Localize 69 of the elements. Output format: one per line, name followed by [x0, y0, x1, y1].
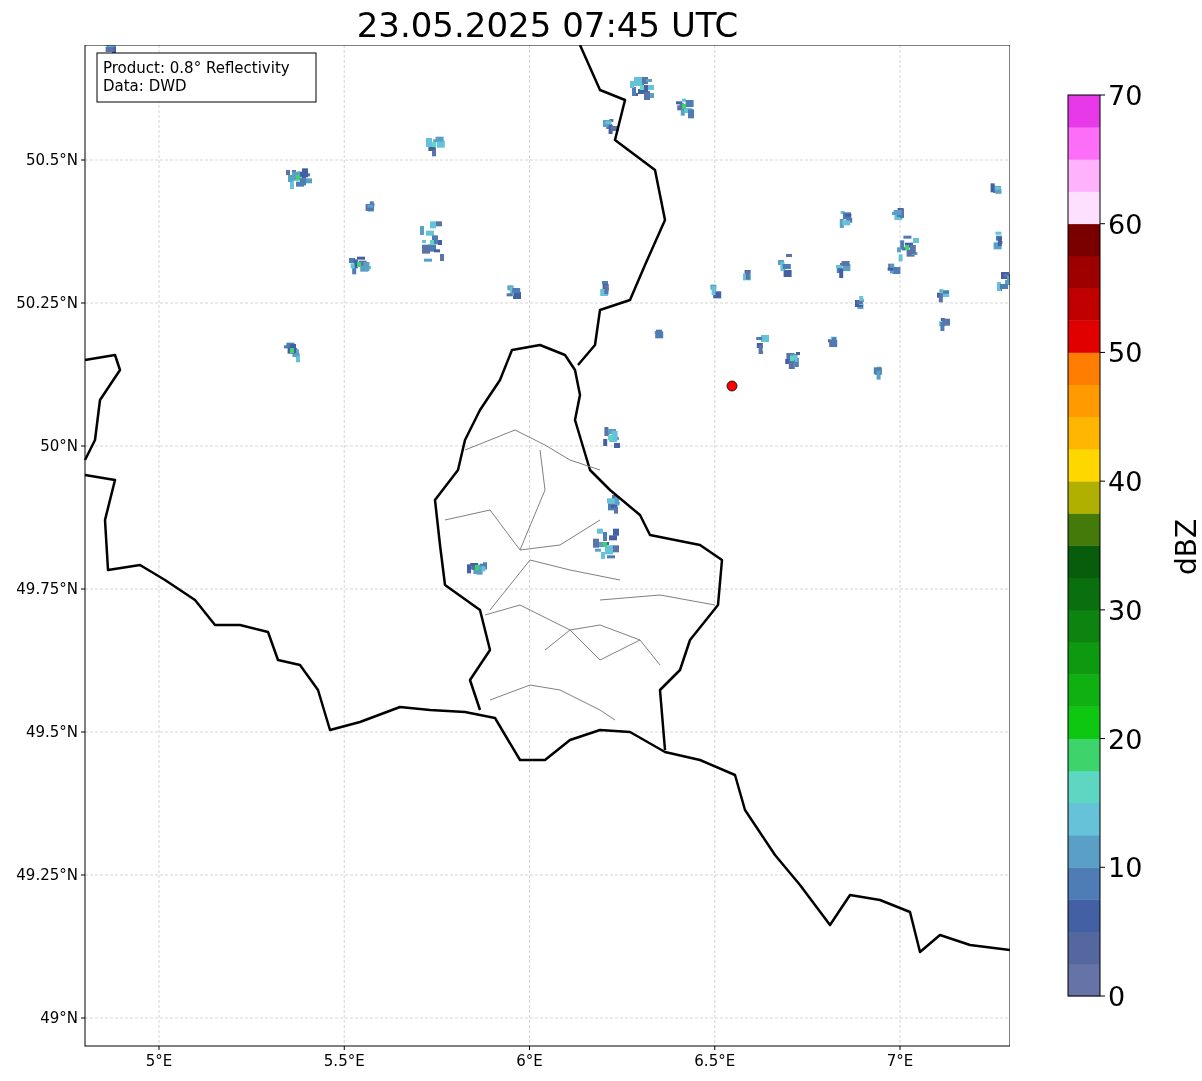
rain-echo	[630, 77, 654, 100]
tick-mark	[80, 874, 86, 876]
rain-echo	[603, 119, 619, 134]
rain-echo	[756, 335, 769, 354]
colorbar-tick-label: 60	[1108, 208, 1143, 240]
rain-echo	[939, 318, 950, 331]
colorbar-tick-label: 50	[1108, 337, 1143, 369]
latitude-label: 49°N	[40, 1009, 78, 1027]
tick-mark	[80, 159, 86, 161]
rain-echo	[892, 208, 904, 220]
longitude-label: 6°E	[516, 1052, 543, 1070]
annotation-text: Data: DWD	[103, 77, 187, 95]
tick-mark	[714, 1045, 716, 1051]
tick-mark	[899, 1045, 901, 1051]
rain-echo	[785, 352, 800, 369]
latitude-label: 49.25°N	[16, 866, 78, 884]
rain-echo	[855, 296, 864, 309]
rain-echo	[365, 201, 375, 212]
rain-echo	[600, 281, 609, 296]
longitude-label: 6.5°E	[694, 1052, 736, 1070]
rain-echo	[420, 221, 444, 262]
rain-echo	[603, 427, 620, 448]
tick-mark	[80, 731, 86, 733]
rain-echo	[676, 98, 694, 119]
rain-echo	[426, 136, 445, 157]
rain-echo	[997, 272, 1010, 291]
colorbar-tick-label: 10	[1108, 852, 1143, 884]
rain-echo	[607, 495, 620, 514]
tick-mark	[80, 1017, 86, 1019]
rain-echo	[506, 285, 521, 299]
tick-mark	[80, 445, 86, 447]
chart-title: 23.05.2025 07:45 UTC	[355, 4, 740, 45]
tick-mark	[343, 1045, 345, 1051]
colorbar-tick-label: 0	[1108, 981, 1126, 1012]
rain-echo	[593, 528, 619, 559]
rain-echo	[828, 336, 838, 347]
radar-site-marker	[726, 380, 738, 392]
longitude-label: 5.5°E	[323, 1052, 365, 1070]
rain-echo	[990, 183, 1002, 194]
tick-mark	[529, 1045, 530, 1051]
rain-echo	[743, 270, 751, 281]
tick-mark	[80, 302, 86, 304]
latitude-label: 50.25°N	[16, 294, 78, 312]
latitude-label: 50.5°N	[25, 151, 78, 169]
rain-echo	[710, 284, 722, 299]
longitude-label: 5°E	[145, 1052, 173, 1070]
rain-echo	[778, 254, 792, 277]
rain-echo	[284, 342, 300, 363]
rain-echo	[349, 256, 371, 275]
rain-echo	[836, 261, 851, 278]
tick-mark	[80, 588, 86, 590]
rain-echo	[937, 289, 950, 303]
latitude-label: 49.5°N	[25, 723, 78, 741]
colorbar-tick-label: 40	[1108, 466, 1143, 498]
rain-echo	[839, 211, 853, 228]
latitude-label: 49.75°N	[16, 580, 78, 598]
colorbar-tick-label: 20	[1108, 723, 1143, 755]
rain-echo	[654, 329, 664, 339]
rain-echo	[286, 168, 312, 189]
rain-echo	[873, 366, 882, 380]
colorbar-tick-label: 70	[1108, 80, 1143, 111]
colorbar-label: dBZ	[1172, 517, 1202, 575]
longitude-label: 7°E	[886, 1052, 914, 1070]
tick-mark	[158, 1045, 160, 1051]
rain-echo	[993, 231, 1003, 250]
colorbar-tick-label: 30	[1108, 594, 1143, 626]
latitude-label: 50°N	[40, 437, 78, 455]
annotation-text: Product: 0.8° Reflectivity	[103, 59, 290, 77]
rain-echo	[467, 562, 487, 575]
